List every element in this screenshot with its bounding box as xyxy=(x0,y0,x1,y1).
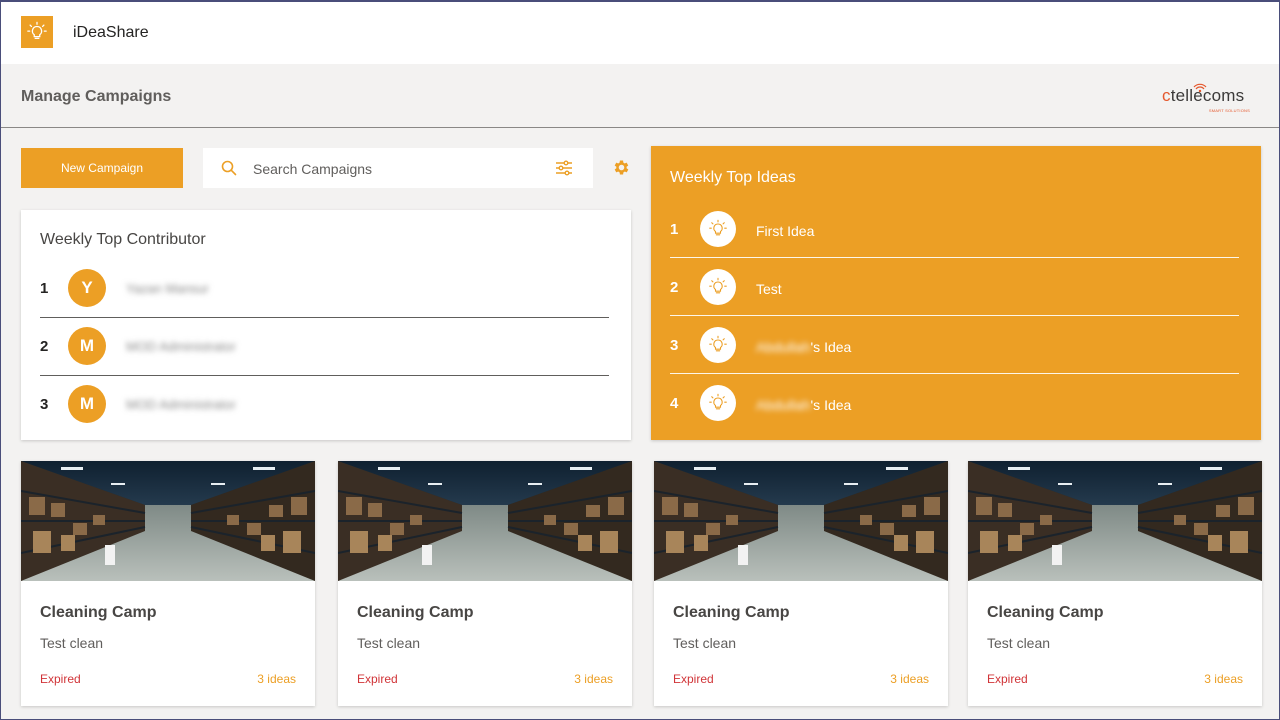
campaign-title: Cleaning Camp xyxy=(987,604,1104,621)
search-box[interactable]: Search Campaigns xyxy=(203,148,593,188)
app-topbar: iDeaShare xyxy=(0,0,1280,64)
campaign-card[interactable]: Cleaning Camp Test clean Expired 3 ideas xyxy=(21,461,315,706)
search-icon xyxy=(221,160,237,176)
idea-title: 's Idea xyxy=(810,339,852,355)
campaign-card[interactable]: Cleaning Camp Test clean Expired 3 ideas xyxy=(654,461,948,706)
idea-rank: 2 xyxy=(670,279,679,296)
status-badge: Expired xyxy=(357,672,398,686)
contributor-rank: 2 xyxy=(40,338,49,355)
status-badge: Expired xyxy=(987,672,1028,686)
lightbulb-icon xyxy=(700,327,736,363)
lightbulb-icon xyxy=(700,269,736,305)
campaign-title: Cleaning Camp xyxy=(357,604,474,621)
page-header: Manage Campaigns ctellecoms SMART SOLUTI… xyxy=(0,64,1280,128)
contributor-name: MOD Administrator xyxy=(126,397,236,412)
contributor-row[interactable]: 2 M MOD Administrator xyxy=(40,318,609,376)
top-contributor-card: Weekly Top Contributor 1 Y Yazan Mansur … xyxy=(21,210,631,440)
app-logo[interactable] xyxy=(21,16,53,48)
campaign-description: Test clean xyxy=(40,635,104,651)
contributor-row[interactable]: 1 Y Yazan Mansur xyxy=(40,260,609,318)
filter-icon[interactable] xyxy=(555,160,573,176)
idea-title: First Idea xyxy=(756,223,815,239)
contributor-rank: 1 xyxy=(40,280,49,297)
top-ideas-title: Weekly Top Ideas xyxy=(670,169,796,186)
idea-count: 3 ideas xyxy=(1204,672,1243,686)
contributor-rank: 3 xyxy=(40,396,49,413)
idea-rank: 1 xyxy=(670,221,679,238)
lightbulb-icon xyxy=(700,211,736,247)
campaign-title: Cleaning Camp xyxy=(40,604,157,621)
campaign-card[interactable]: Cleaning Camp Test clean Expired 3 ideas xyxy=(338,461,632,706)
divider xyxy=(670,257,1239,258)
idea-name: Test xyxy=(756,281,782,297)
idea-row[interactable]: 1 First Idea xyxy=(670,208,1239,266)
new-campaign-button[interactable]: New Campaign xyxy=(21,148,183,188)
idea-row[interactable]: 2 Test xyxy=(670,266,1239,324)
campaign-image xyxy=(21,461,315,581)
gear-icon[interactable] xyxy=(612,158,631,177)
divider xyxy=(670,315,1239,316)
brand-tagline: SMART SOLUTIONS xyxy=(1208,108,1250,113)
idea-rank: 4 xyxy=(670,395,679,412)
lightbulb-icon xyxy=(700,385,736,421)
top-contributor-title: Weekly Top Contributor xyxy=(40,231,206,248)
avatar: M xyxy=(68,385,106,423)
lightbulb-icon xyxy=(27,21,47,40)
brand-logo: ctellecoms SMART SOLUTIONS xyxy=(1162,82,1262,114)
idea-row[interactable]: 4 Abdullah's Idea xyxy=(670,382,1239,440)
idea-name: Abdullah's Idea xyxy=(756,339,851,355)
campaign-description: Test clean xyxy=(987,635,1051,651)
campaign-description: Test clean xyxy=(357,635,421,651)
brand-name-c: c xyxy=(1162,86,1171,105)
idea-title: 's Idea xyxy=(810,397,852,413)
contributor-name: Yazan Mansur xyxy=(126,281,209,296)
contributor-name: MOD Administrator xyxy=(126,339,236,354)
idea-count: 3 ideas xyxy=(890,672,929,686)
avatar: Y xyxy=(68,269,106,307)
idea-name: Abdullah's Idea xyxy=(756,397,851,413)
idea-title: Test xyxy=(756,281,782,297)
status-badge: Expired xyxy=(673,672,714,686)
idea-count: 3 ideas xyxy=(257,672,296,686)
search-input[interactable]: Search Campaigns xyxy=(253,161,372,177)
campaign-title: Cleaning Camp xyxy=(673,604,790,621)
idea-rank: 3 xyxy=(670,337,679,354)
status-badge: Expired xyxy=(40,672,81,686)
idea-name: First Idea xyxy=(756,223,814,239)
app-name: iDeaShare xyxy=(73,24,149,41)
campaign-image xyxy=(338,461,632,581)
campaign-image xyxy=(968,461,1262,581)
top-ideas-card: Weekly Top Ideas 1 First Idea 2 Test 3 A… xyxy=(651,146,1261,440)
campaign-card[interactable]: Cleaning Camp Test clean Expired 3 ideas xyxy=(968,461,1262,706)
page-title: Manage Campaigns xyxy=(21,88,172,105)
idea-count: 3 ideas xyxy=(574,672,613,686)
idea-author: Abdullah xyxy=(756,397,811,413)
brand-name: ctellecoms xyxy=(1162,86,1244,106)
brand-name-rest: tellecoms xyxy=(1170,86,1245,105)
contributor-row[interactable]: 3 M MOD Administrator xyxy=(40,376,609,434)
idea-row[interactable]: 3 Abdullah's Idea xyxy=(670,324,1239,382)
idea-author: Abdullah xyxy=(756,339,811,355)
divider xyxy=(670,373,1239,374)
campaign-description: Test clean xyxy=(673,635,737,651)
avatar: M xyxy=(68,327,106,365)
campaign-image xyxy=(654,461,948,581)
